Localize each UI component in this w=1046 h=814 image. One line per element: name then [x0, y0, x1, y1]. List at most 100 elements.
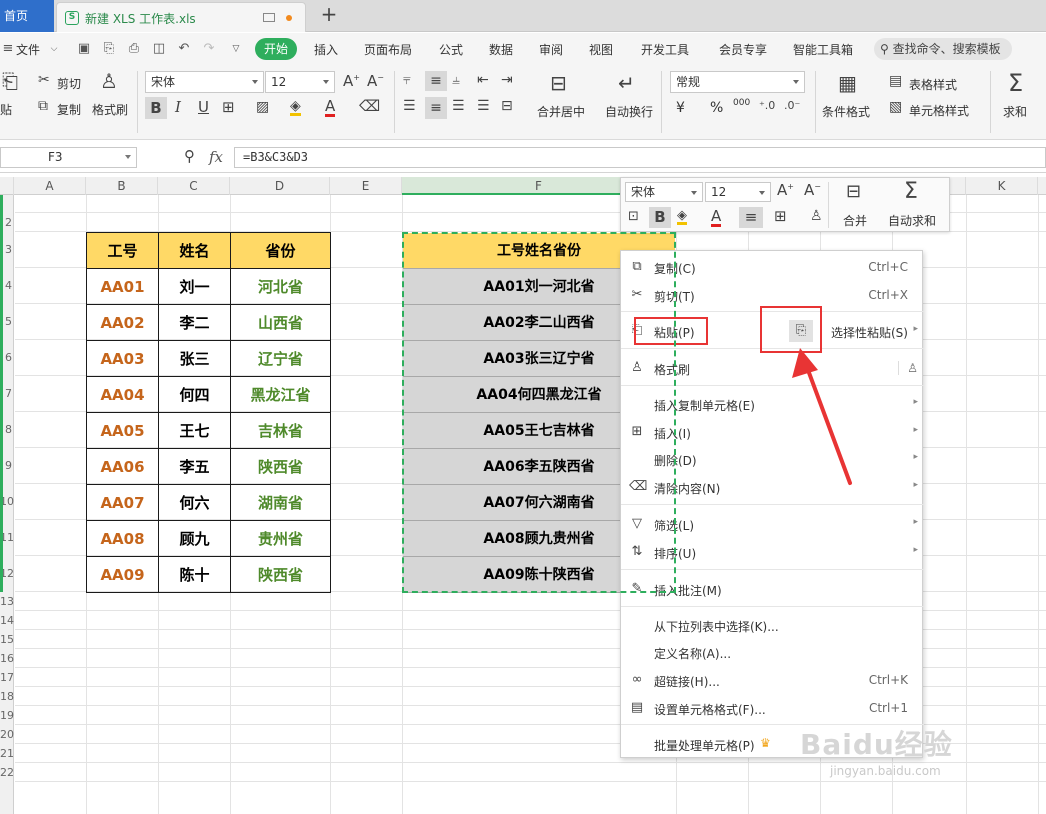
menu-review[interactable]: 审阅	[539, 41, 563, 58]
menu-item-define-name[interactable]: 定义名称(A)...	[621, 639, 924, 665]
print-preview-icon[interactable]: ◫	[151, 41, 167, 57]
sum-icon[interactable]: Σ	[1008, 71, 1023, 95]
table-cell-name[interactable]: 何四	[158, 376, 231, 413]
wrap-text-icon[interactable]: ↵	[618, 73, 635, 93]
outdent-icon[interactable]: ⇤	[477, 73, 489, 87]
table-cell-province[interactable]: 吉林省	[230, 412, 331, 449]
format-painter-pin-icon[interactable]: ♙	[898, 361, 918, 375]
menu-item-format-cells[interactable]: ▤ 设置单元格格式(F)... Ctrl+1	[621, 695, 924, 721]
font-color-icon[interactable]: A	[325, 99, 336, 117]
column-header[interactable]: C	[158, 177, 230, 195]
menu-start[interactable]: 开始	[255, 38, 297, 60]
table-cell-province[interactable]: 贵州省	[230, 520, 331, 557]
italic-icon[interactable]: I	[175, 100, 181, 115]
menu-page-layout[interactable]: 页面布局	[364, 41, 412, 58]
tab-home[interactable]: 首页	[0, 0, 54, 32]
menu-file[interactable]: 文件	[16, 41, 40, 58]
table-cell-id[interactable]: AA06	[86, 448, 159, 485]
table-cell-id[interactable]: AA09	[86, 556, 159, 593]
menu-item-hyperlink[interactable]: ∞ 超链接(H)... Ctrl+K	[621, 667, 924, 693]
menu-item-insert[interactable]: ⊞ 插入(I) ▸	[621, 419, 924, 445]
bold-icon[interactable]: B	[145, 97, 167, 119]
format-painter-icon[interactable]: ♙	[100, 71, 118, 91]
menu-item-cut[interactable]: ✂ 剪切(T) Ctrl+X	[621, 282, 924, 308]
paste-icon[interactable]: ⎗	[0, 71, 20, 91]
cut-icon[interactable]: ✂	[38, 73, 50, 87]
mini-fill-color-icon[interactable]: ◈	[677, 209, 687, 225]
table-header-cell[interactable]: 姓名	[158, 232, 231, 269]
menu-item-format-painter[interactable]: ♙ 格式刷 ♙	[621, 355, 924, 381]
command-search[interactable]: ⚲ 查找命令、搜索模板	[874, 38, 1012, 60]
table-cell-province[interactable]: 黑龙江省	[230, 376, 331, 413]
table-cell-id[interactable]: AA05	[86, 412, 159, 449]
mini-font-select[interactable]: 宋体	[625, 182, 703, 202]
currency-icon[interactable]: ¥	[676, 100, 685, 116]
table-cell-province[interactable]: 山西省	[230, 304, 331, 341]
align-top-icon[interactable]: ⫧	[403, 73, 411, 87]
hamburger-icon[interactable]: ≡	[0, 41, 16, 57]
mini-font-color-icon[interactable]: A	[711, 209, 722, 227]
row-header[interactable]: 15	[0, 630, 14, 649]
mini-autosum-label[interactable]: 自动求和	[888, 212, 936, 229]
menu-smart-toolbox[interactable]: 智能工具箱	[793, 41, 853, 58]
table-cell-name[interactable]: 刘一	[158, 268, 231, 305]
table-cell-name[interactable]: 李五	[158, 448, 231, 485]
underline-icon[interactable]: U	[198, 100, 209, 115]
table-style-label[interactable]: 表格样式	[909, 76, 957, 93]
row-header[interactable]: 19	[0, 706, 14, 725]
align-right-icon[interactable]: ☰	[452, 99, 465, 113]
mini-merge-icon[interactable]: ⊟	[846, 183, 861, 201]
menu-developer[interactable]: 开发工具	[641, 41, 689, 58]
menu-view[interactable]: 视图	[589, 41, 613, 58]
mini-format-painter-icon[interactable]: ♙	[810, 209, 823, 223]
table-cell-id[interactable]: AA08	[86, 520, 159, 557]
mini-bold-icon[interactable]: B	[649, 207, 671, 228]
table-style-icon[interactable]: ▤	[889, 74, 902, 88]
paste-label[interactable]: 贴	[0, 101, 12, 118]
column-header[interactable]: D	[230, 177, 330, 195]
menu-item-sort[interactable]: ⇅ 排序(U) ▸	[621, 539, 924, 565]
mini-wrap-icon[interactable]: ⊡	[628, 210, 639, 223]
table-cell-name[interactable]: 陈十	[158, 556, 231, 593]
copy-icon[interactable]: ⧉	[38, 99, 48, 113]
fill-pattern-icon[interactable]: ▨	[256, 100, 269, 114]
sum-label[interactable]: 求和	[1003, 103, 1027, 120]
thousands-icon[interactable]: 000	[733, 98, 750, 108]
column-header[interactable]: K	[966, 177, 1038, 195]
column-header[interactable]: E	[330, 177, 402, 195]
save-icon[interactable]: ▣	[76, 41, 92, 57]
decrease-decimal-icon[interactable]: .0⁻	[784, 100, 800, 111]
copy-label[interactable]: 复制	[57, 101, 81, 118]
row-header[interactable]: 14	[0, 611, 14, 630]
table-cell-name[interactable]: 张三	[158, 340, 231, 377]
merge-center-label[interactable]: 合并居中	[537, 103, 585, 120]
menu-item-clear[interactable]: ⌫ 清除内容(N) ▸	[621, 474, 924, 500]
borders-icon[interactable]: ⊞	[222, 100, 235, 115]
wrap-text-label[interactable]: 自动换行	[605, 103, 653, 120]
formula-input[interactable]: =B3&C3&D3	[234, 147, 1046, 168]
mini-decrease-font-icon[interactable]: A−	[804, 183, 821, 198]
menu-item-filter[interactable]: ▽ 筛选(L) ▸	[621, 511, 924, 537]
menu-item-copy[interactable]: ⧉ 复制(C) Ctrl+C	[621, 254, 924, 280]
menu-item-insert-copied[interactable]: 插入复制单元格(E) ▸	[621, 391, 924, 417]
font-name-select[interactable]: 宋体	[145, 71, 264, 93]
table-cell-id[interactable]: AA07	[86, 484, 159, 521]
mini-sum-icon[interactable]: Σ	[904, 181, 918, 203]
merge-center-icon[interactable]: ⊟	[550, 73, 567, 93]
table-header-cell[interactable]: 工号	[86, 232, 159, 269]
row-header[interactable]: 21	[0, 744, 14, 763]
fx-icon[interactable]: fx	[209, 148, 223, 166]
table-cell-province[interactable]: 陕西省	[230, 448, 331, 485]
mini-borders-icon[interactable]: ⊞	[774, 209, 787, 224]
row-header[interactable]: 13	[0, 592, 14, 611]
font-size-select[interactable]: 12	[265, 71, 335, 93]
conditional-format-icon[interactable]: ▦	[838, 73, 857, 93]
mini-size-select[interactable]: 12	[705, 182, 771, 202]
table-cell-name[interactable]: 李二	[158, 304, 231, 341]
increase-font-icon[interactable]: A+	[343, 74, 360, 89]
select-all-corner[interactable]	[0, 177, 14, 195]
align-left-icon[interactable]: ☰	[403, 99, 416, 113]
chevron-down-icon[interactable]: ⌵	[46, 41, 62, 57]
column-header[interactable]: A	[14, 177, 86, 195]
menu-item-delete[interactable]: 删除(D) ▸	[621, 446, 924, 472]
